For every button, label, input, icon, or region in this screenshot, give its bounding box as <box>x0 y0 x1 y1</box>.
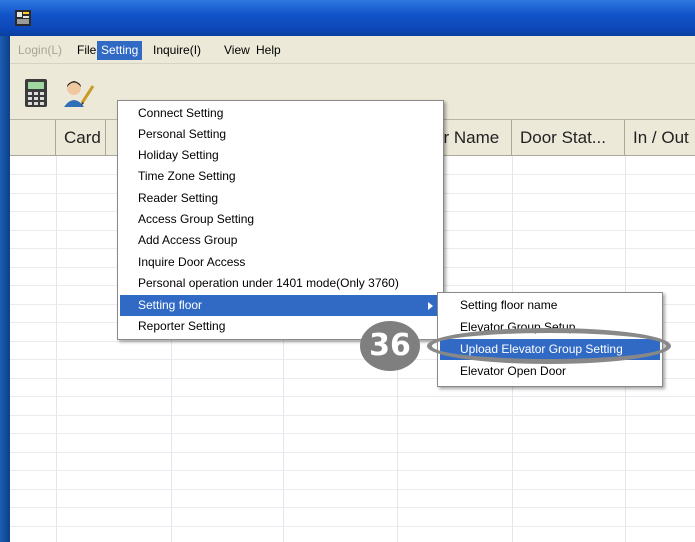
menu-view[interactable]: View <box>220 42 254 59</box>
menu-item-inquire-door-access[interactable]: Inquire Door Access <box>120 252 441 273</box>
menu-item-holiday-setting[interactable]: Holiday Setting <box>120 145 441 166</box>
row-selector-header <box>10 120 56 156</box>
user-edit-icon <box>64 81 95 107</box>
setting-menu: Connect Setting Personal Setting Holiday… <box>117 100 444 340</box>
calculator-icon <box>25 79 47 107</box>
column-name[interactable]: or Name <box>434 120 512 156</box>
submenu-item-elevator-open-door[interactable]: Elevator Open Door <box>440 361 660 382</box>
menu-inquire[interactable]: Inquire(I) <box>149 42 205 59</box>
column-card[interactable]: Card <box>56 120 106 156</box>
menu-item-setting-floor-label: Setting floor <box>138 298 203 312</box>
menu-item-connect-setting[interactable]: Connect Setting <box>120 103 441 124</box>
grid-column-line <box>56 156 57 542</box>
callout-highlight-ring <box>427 328 671 364</box>
main-window: Login(L) File Setting Inquire(I) View He… <box>10 36 695 542</box>
step-number-badge: 36 <box>360 321 420 371</box>
menu-item-setting-floor[interactable]: Setting floor <box>120 295 441 316</box>
menu-item-add-access-group[interactable]: Add Access Group <box>120 230 441 251</box>
window-left-border <box>0 0 10 542</box>
grid-row-line <box>10 452 695 453</box>
column-in-out[interactable]: In / Out <box>625 120 695 156</box>
menu-setting[interactable]: Setting <box>97 41 143 60</box>
grid-row-line <box>10 396 695 397</box>
app-icon <box>15 10 31 26</box>
menu-item-personal-operation-1401[interactable]: Personal operation under 1401 mode(Only … <box>120 273 441 294</box>
calculator-button[interactable] <box>22 76 58 110</box>
grid-row-line <box>10 507 695 508</box>
title-bar[interactable] <box>0 0 695 36</box>
menu-item-reader-setting[interactable]: Reader Setting <box>120 188 441 209</box>
menu-item-access-group-setting[interactable]: Access Group Setting <box>120 209 441 230</box>
menu-item-time-zone-setting[interactable]: Time Zone Setting <box>120 166 441 187</box>
column-door-status[interactable]: Door Stat... <box>512 120 625 156</box>
grid-row-line <box>10 489 695 490</box>
grid-row-line <box>10 433 695 434</box>
submenu-arrow-icon <box>428 302 433 310</box>
submenu-item-setting-floor-name[interactable]: Setting floor name <box>440 295 660 316</box>
menu-help[interactable]: Help <box>252 42 285 59</box>
menu-bar: Login(L) File Setting Inquire(I) View He… <box>10 36 695 64</box>
user-edit-button[interactable] <box>62 76 98 110</box>
menu-login[interactable]: Login(L) <box>14 42 66 59</box>
grid-row-line <box>10 415 695 416</box>
menu-item-personal-setting[interactable]: Personal Setting <box>120 124 441 145</box>
grid-row-line <box>10 526 695 527</box>
grid-row-line <box>10 470 695 471</box>
